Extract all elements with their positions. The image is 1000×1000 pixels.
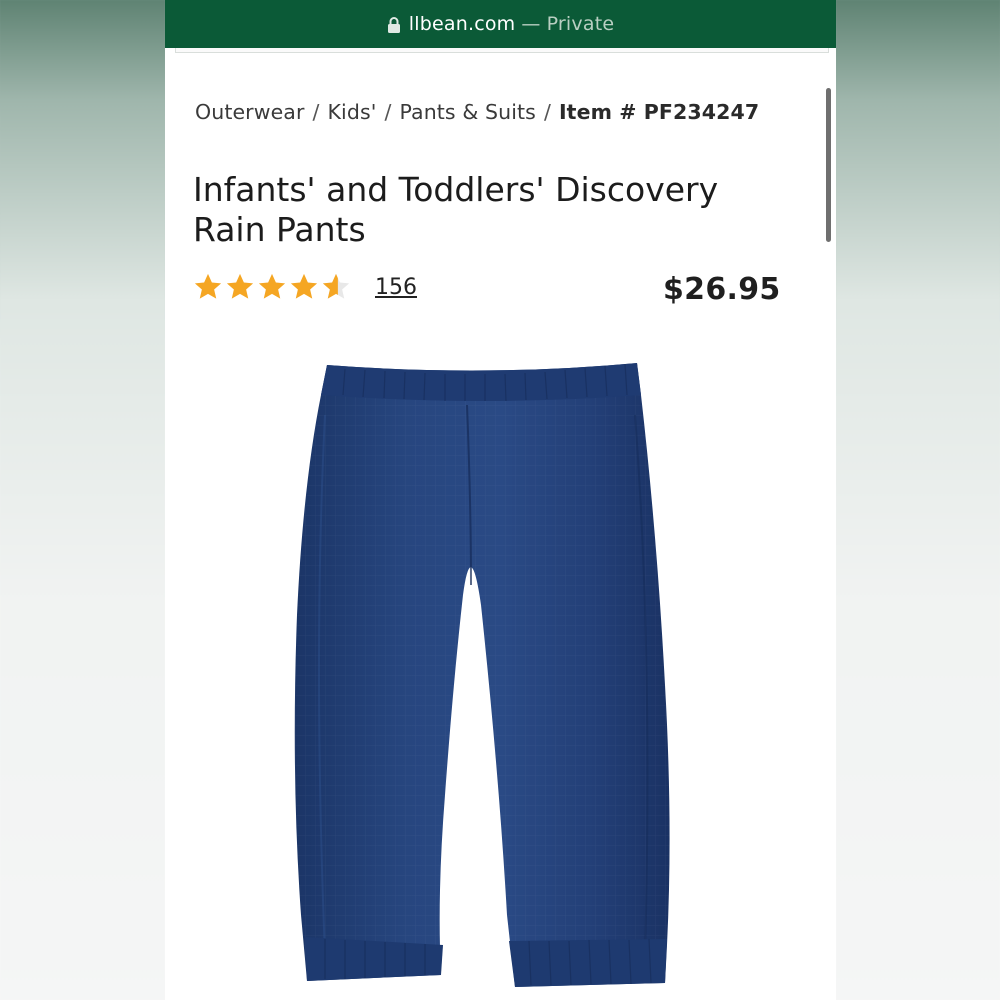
breadcrumb: Outerwear / Kids' / Pants & Suits / Item # PF2… [195, 100, 825, 124]
product-image[interactable] [285, 355, 685, 1000]
breadcrumb-separator: / [543, 100, 551, 124]
breadcrumb-separator: / [312, 100, 320, 124]
review-count-link[interactable]: 156 [375, 275, 417, 300]
breadcrumb-separator: / [384, 100, 392, 124]
background-right [836, 0, 1000, 1000]
breadcrumb-link-pants-suits[interactable]: Pants & Suits [399, 100, 535, 124]
star-icon [194, 273, 222, 299]
half-star-icon [322, 273, 350, 299]
product-price: $26.95 [663, 272, 781, 307]
star-icon [290, 273, 318, 299]
product-title: Infants' and Toddlers' Discovery Rain Pa… [193, 170, 719, 249]
breadcrumb-link-kids[interactable]: Kids' [328, 100, 377, 124]
star-icon [258, 273, 286, 299]
header-divider [175, 48, 829, 53]
breadcrumb-link-outerwear[interactable]: Outerwear [195, 100, 304, 124]
url-host: llbean.com [408, 13, 516, 35]
star-rating [193, 272, 353, 302]
background-left [0, 0, 165, 1000]
phone-screen: llbean.com — Private Outerwear / Kids' / Pan… [165, 0, 836, 1000]
address-bar[interactable]: llbean.com — Private [165, 0, 836, 48]
rating-summary[interactable]: 156 [193, 272, 417, 302]
scrollbar[interactable] [826, 88, 831, 242]
item-number: Item # PF234247 [558, 100, 760, 124]
url-separator: — [521, 13, 541, 35]
url-mode: Private [546, 13, 615, 35]
lock-icon [387, 17, 400, 33]
star-icon [226, 273, 254, 299]
